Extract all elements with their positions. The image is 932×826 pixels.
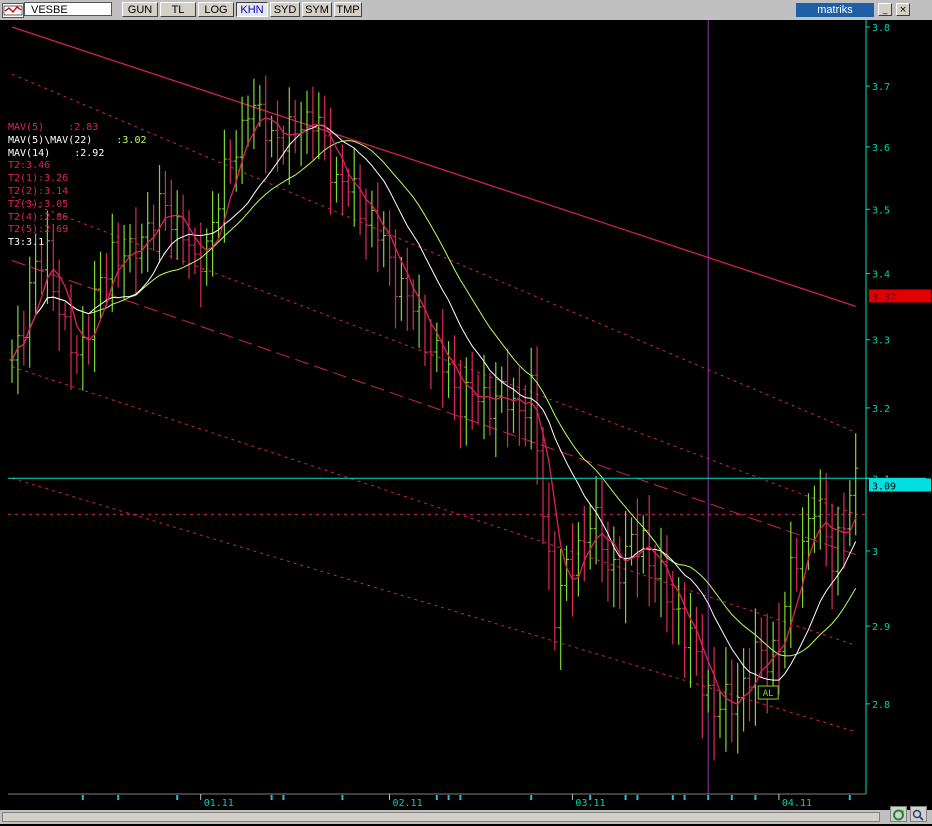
legend-label: T2(3):3.05 xyxy=(8,198,69,210)
legend-item: T2(5):2.69 xyxy=(8,224,68,236)
legend-label: T3:3.1 xyxy=(8,237,45,249)
zoom-icon[interactable] xyxy=(910,806,927,822)
refresh-icon[interactable] xyxy=(890,806,907,822)
y-tick-label: 3.6 xyxy=(872,143,890,154)
y-tick-label: 2.8 xyxy=(872,700,890,711)
legend-value: :3.02 xyxy=(92,134,147,146)
x-minor-tick xyxy=(435,795,438,800)
signal-label: AL xyxy=(763,689,774,699)
y-tick-label: 3.8 xyxy=(872,23,890,34)
x-minor-tick xyxy=(447,795,450,800)
x-minor-tick xyxy=(683,795,686,800)
legend-value: :2.83 xyxy=(44,122,99,133)
x-minor-tick xyxy=(624,795,627,800)
x-minor-tick xyxy=(341,795,344,800)
legend-label: T2(1):3.26 xyxy=(8,173,69,185)
legend-item: T2:3.46 xyxy=(8,160,50,172)
x-minor-tick xyxy=(754,795,757,800)
price-tag-label: 3.09 xyxy=(872,481,896,492)
x-tick-label: 01.11 xyxy=(204,798,234,809)
legend-label: T2:3.46 xyxy=(8,160,51,172)
x-minor-tick xyxy=(117,795,120,800)
legend-label: T2(4):2.86 xyxy=(8,211,69,223)
legend-item: MAV(14) :2.92 xyxy=(8,148,104,160)
x-tick-label: 02.11 xyxy=(393,798,423,809)
price-tag-label: 3.37 xyxy=(872,292,896,303)
legend-label: MAV(14) xyxy=(8,147,51,159)
x-tick-label: 04.11 xyxy=(782,798,812,809)
legend-item: T2(1):3.26 xyxy=(8,173,68,185)
y-tick-label: 3.3 xyxy=(872,336,890,347)
x-minor-tick xyxy=(81,795,84,800)
x-minor-tick xyxy=(671,795,674,800)
y-tick-label: 3.7 xyxy=(872,82,890,93)
x-minor-tick xyxy=(848,795,851,800)
y-tick-label: 3.5 xyxy=(872,205,890,216)
legend-label: MAV(5) xyxy=(8,122,45,133)
legend-label: T2(5):2.69 xyxy=(8,224,69,236)
legend-value: :2.92 xyxy=(50,147,105,159)
horizontal-scrollbar[interactable] xyxy=(2,812,880,822)
legend-label: MAV(5)\MAV(22) xyxy=(8,134,93,146)
y-tick-label: 3.4 xyxy=(872,270,890,281)
x-minor-tick xyxy=(707,795,710,800)
y-tick-label: 2.9 xyxy=(872,622,890,633)
x-minor-tick xyxy=(176,795,179,800)
x-minor-tick xyxy=(282,795,285,800)
legend-item: T2(3):3.05 xyxy=(8,199,68,211)
x-minor-tick xyxy=(530,795,533,800)
y-tick-label: 3 xyxy=(872,547,878,558)
x-minor-tick xyxy=(270,795,273,800)
legend-item: T2(2):3.14 xyxy=(8,186,68,198)
legend-item: T3:3.1 xyxy=(8,237,44,249)
x-minor-tick xyxy=(730,795,733,800)
price-chart[interactable]: AL2.82.933.13.23.33.43.53.63.73.83.373.0… xyxy=(0,0,932,810)
x-minor-tick xyxy=(459,795,462,800)
x-minor-tick xyxy=(636,795,639,800)
x-minor-tick xyxy=(589,795,592,800)
legend-label: T2(2):3.14 xyxy=(8,186,69,197)
legend-item: MAV(5)\MAV(22) :3.02 xyxy=(8,135,146,147)
legend-item: T2(4):2.86 xyxy=(8,212,68,224)
legend-item: MAV(5) :2.83 xyxy=(8,122,98,134)
y-tick-label: 3.2 xyxy=(872,404,890,415)
